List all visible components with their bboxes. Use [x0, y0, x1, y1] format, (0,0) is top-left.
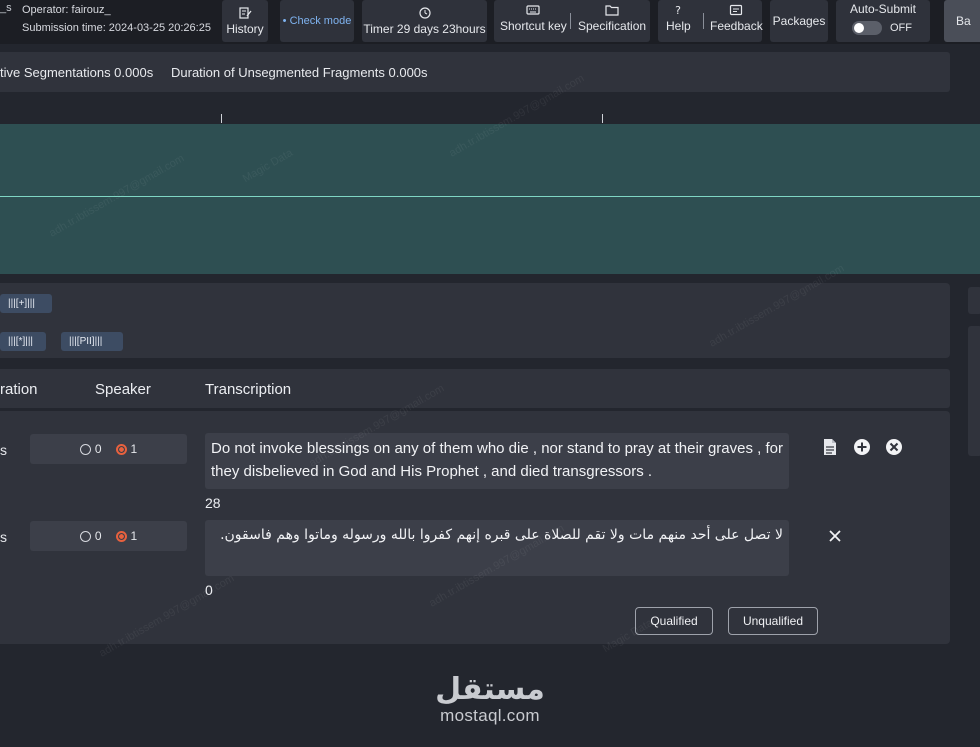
speaker-option-1[interactable]: 1: [115, 529, 138, 543]
svg-text:?: ?: [675, 4, 681, 16]
ruler-tick: [221, 114, 222, 123]
specification-button[interactable]: Specification: [578, 4, 646, 33]
close-icon[interactable]: [826, 527, 844, 545]
radio-icon: [79, 530, 91, 542]
audio-waveform[interactable]: [0, 124, 980, 274]
tag-pii[interactable]: |||[PII]|||: [61, 332, 123, 351]
segment-panel: s 0 1 Do not invoke blessings on any of …: [0, 411, 950, 644]
keyboard-icon: [526, 4, 540, 16]
radio-selected-icon: [115, 530, 127, 542]
clipped-button-label: Ba: [956, 14, 971, 28]
add-circle-icon[interactable]: [853, 438, 871, 456]
specification-label: Specification: [578, 19, 647, 33]
qualified-button[interactable]: Qualified: [635, 607, 713, 635]
toolbar-divider: [570, 13, 571, 29]
question-icon: ?: [671, 4, 685, 16]
auto-submit: Auto-Submit OFF: [836, 0, 930, 42]
packages-button[interactable]: Packages: [770, 0, 828, 42]
close-circle-icon[interactable]: [885, 438, 903, 456]
unsegmented-duration: Duration of Unsegmented Fragments 0.000s: [171, 65, 428, 80]
segment-table-header: ration Speaker Transcription: [0, 369, 950, 408]
folder-icon: [605, 4, 619, 16]
shortcut-key-button[interactable]: Shortcut key: [500, 4, 567, 33]
help-label: Help: [666, 19, 691, 33]
auto-submit-state: OFF: [890, 22, 912, 34]
feedback-label: Feedback: [710, 19, 763, 33]
auto-submit-toggle-row: OFF: [852, 21, 912, 35]
speaker-option-1[interactable]: 1: [115, 442, 138, 456]
toolbar-divider: [703, 13, 704, 29]
document-icon[interactable]: [821, 438, 839, 456]
brand-watermark: مستقل mostaql.com: [420, 672, 560, 726]
speaker-option-0[interactable]: 0: [79, 529, 102, 543]
support-group: ? Help Feedback: [658, 0, 763, 42]
auto-submit-toggle[interactable]: [852, 21, 882, 35]
speaker-option-label: 1: [130, 442, 138, 456]
speaker-selector: 0 1: [30, 434, 187, 464]
column-duration: ration: [0, 381, 38, 398]
unqualified-button[interactable]: Unqualified: [728, 607, 818, 635]
auto-submit-label: Auto-Submit: [849, 2, 917, 16]
clipped-text: _s: [0, 2, 12, 14]
waveform-baseline: [0, 196, 980, 197]
speaker-option-label: 0: [94, 529, 102, 543]
side-panel-edge[interactable]: [968, 287, 980, 314]
submission-time: Submission time: 2024-03-25 20:26:25: [22, 22, 211, 34]
character-count: 0: [205, 582, 213, 598]
radio-icon: [79, 443, 91, 455]
message-icon: [729, 4, 743, 16]
transcription-input[interactable]: Do not invoke blessings on any of them w…: [205, 433, 789, 489]
character-count: 28: [205, 495, 221, 511]
operator-name: Operator: fairouz_: [22, 4, 111, 16]
help-group: Shortcut key Specification: [494, 0, 650, 42]
side-panel-edge[interactable]: [968, 326, 980, 456]
ruler-tick: [602, 114, 603, 123]
column-speaker: Speaker: [95, 381, 151, 398]
packages-label: Packages: [772, 14, 826, 28]
effective-segmentations: tive Segmentations 0.000s: [0, 65, 154, 80]
segment-duration: s: [0, 529, 7, 545]
speaker-option-0[interactable]: 0: [79, 442, 102, 456]
clipped-button[interactable]: Ba: [944, 0, 980, 42]
segment-duration: s: [0, 442, 7, 458]
tag-star[interactable]: |||[*]|||: [0, 332, 46, 351]
history-button[interactable]: History: [222, 0, 268, 42]
timeline-ruler: [0, 106, 980, 124]
radio-selected-icon: [115, 443, 127, 455]
help-button[interactable]: ? Help: [666, 4, 691, 33]
tag-panel: |||[+]||| |||[*]||| |||[PII]|||: [0, 283, 950, 358]
operator-info: _s Operator: fairouz_ Submission time: 2…: [0, 0, 216, 42]
speaker-option-label: 1: [130, 529, 138, 543]
check-mode-label: • Check mode: [282, 15, 352, 27]
edit-note-icon: [238, 6, 252, 19]
shortcut-key-label: Shortcut key: [500, 19, 567, 33]
column-transcription: Transcription: [205, 381, 292, 398]
segmentation-stats: tive Segmentations 0.000s Duration of Un…: [0, 52, 950, 92]
speaker-option-label: 0: [94, 442, 102, 456]
check-mode-indicator[interactable]: • Check mode: [280, 0, 354, 42]
brand-arabic: مستقل: [435, 672, 545, 707]
timer: Timer 29 days 23hours: [362, 0, 487, 42]
timer-label: Timer 29 days 23hours: [363, 21, 486, 36]
brand-latin: mostaql.com: [440, 706, 540, 725]
top-toolbar: _s Operator: fairouz_ Submission time: 2…: [0, 0, 980, 44]
clock-icon: [418, 6, 432, 19]
feedback-button[interactable]: Feedback: [710, 4, 763, 33]
history-label: History: [226, 21, 264, 36]
speaker-selector: 0 1: [30, 521, 187, 551]
tag-plus[interactable]: |||[+]|||: [0, 294, 52, 313]
transcription-input[interactable]: لا تصل على أحد منهم مات ولا تقم للصلاة ع…: [205, 520, 789, 576]
